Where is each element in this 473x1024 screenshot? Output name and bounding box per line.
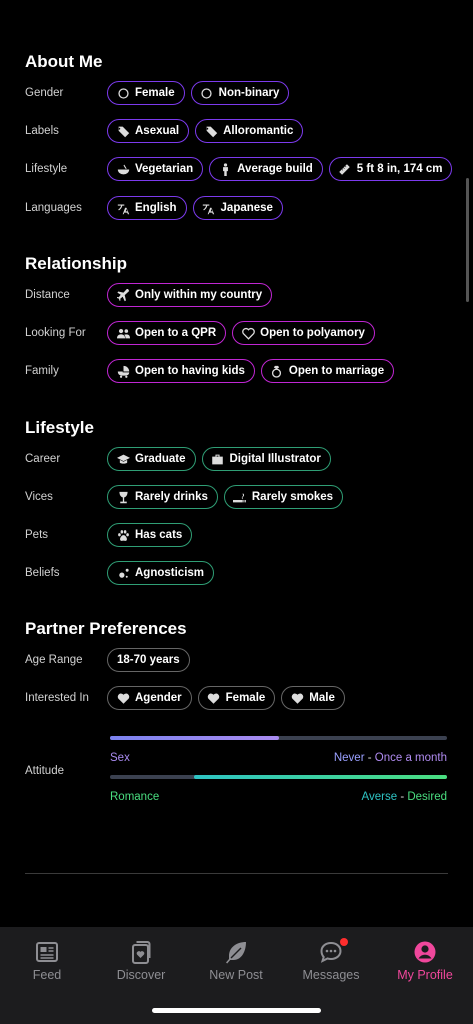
sex-attitude-bar [110, 736, 447, 740]
chip-age-range[interactable]: 18-70 years [107, 648, 190, 672]
feed-icon [36, 942, 58, 962]
atom-icon [116, 566, 130, 580]
scrollbar[interactable] [466, 178, 469, 302]
chip-japanese[interactable]: Japanese [192, 196, 283, 220]
chip-average-build[interactable]: Average build [209, 157, 323, 181]
section-title-relationship: Relationship [25, 254, 128, 273]
chip-has-cats[interactable]: Has cats [107, 523, 193, 547]
sex-range-text: Never - Once a month [333, 752, 447, 764]
briefcase-icon [211, 452, 225, 466]
plane-icon [116, 288, 130, 302]
section-title-lifestyle: Lifestyle [25, 418, 94, 437]
heart-icon [116, 691, 130, 705]
chip-non-binary[interactable]: Non-binary [190, 81, 290, 105]
languages-chips: English Japanese [107, 196, 283, 220]
romance-attitude-fill [194, 775, 447, 779]
row-label-career: Career [25, 453, 61, 465]
chip-female[interactable]: Female [107, 81, 185, 105]
discover-icon [132, 941, 151, 964]
interested-in-chips: Agender Female Male [107, 686, 345, 710]
career-chips: Graduate Digital Illustrator [107, 447, 331, 471]
vices-chips: Rarely drinks Rarely smokes [107, 485, 344, 509]
row-label-interested-in: Interested In [25, 692, 89, 704]
nav-messages[interactable]: Messages [284, 935, 378, 982]
romance-label: Romance [110, 791, 160, 803]
row-label-gender: Gender [25, 87, 64, 99]
chip-rarely-drinks[interactable]: Rarely drinks [107, 485, 218, 509]
row-label-languages: Languages [25, 202, 82, 214]
romance-attitude-bar [110, 775, 447, 779]
pets-chips: Has cats [107, 523, 193, 547]
sex-label: Sex [110, 752, 130, 764]
chip-interested-female[interactable]: Female [197, 686, 276, 710]
circle-icon [116, 86, 130, 100]
chip-only-within-country[interactable]: Only within my country [107, 283, 273, 307]
row-label-labels: Labels [25, 125, 59, 137]
profile-icon [414, 941, 436, 963]
row-label-lifestyle: Lifestyle [25, 163, 68, 175]
beliefs-chips: Agnosticism [107, 561, 215, 585]
heart-outline-icon [241, 326, 255, 340]
feather-icon [226, 942, 246, 964]
row-label-pets: Pets [25, 529, 49, 541]
stroller-icon [116, 364, 130, 378]
row-label-distance: Distance [25, 289, 70, 301]
chip-digital-illustrator[interactable]: Digital Illustrator [201, 447, 331, 471]
circle-icon [200, 86, 214, 100]
content-divider [25, 873, 448, 874]
sex-attitude-fill [110, 736, 279, 740]
looking-for-chips: Open to a QPR Open to polyamory [107, 321, 375, 345]
person-icon [218, 162, 232, 176]
chip-agender[interactable]: Agender [107, 686, 192, 710]
home-indicator [152, 1008, 321, 1013]
chip-alloromantic[interactable]: Alloromantic [195, 119, 304, 143]
row-label-attitude: Attitude [25, 765, 64, 777]
heart-icon [207, 691, 221, 705]
tag-icon [204, 124, 218, 138]
section-title-about: About Me [25, 52, 103, 71]
chip-english[interactable]: English [107, 196, 187, 220]
lifestyle-chips: Vegetarian Average build 5 ft 8 in, 174 … [107, 157, 453, 181]
cigarette-icon [233, 490, 247, 504]
section-title-partner-preferences: Partner Preferences [25, 619, 187, 638]
heart-icon [290, 691, 304, 705]
tag-icon [116, 124, 130, 138]
ruler-icon [338, 162, 352, 176]
row-label-vices: Vices [25, 491, 53, 503]
family-chips: Open to having kids Open to marriage [107, 359, 395, 383]
chip-asexual[interactable]: Asexual [107, 119, 190, 143]
chip-open-to-qpr[interactable]: Open to a QPR [107, 321, 227, 345]
chip-open-to-marriage[interactable]: Open to marriage [260, 359, 395, 383]
bowl-icon [116, 162, 130, 176]
nav-discover[interactable]: Discover [94, 935, 188, 982]
chip-graduate[interactable]: Graduate [107, 447, 196, 471]
row-label-family: Family [25, 365, 59, 377]
translate-icon [202, 201, 216, 215]
wine-glass-icon [116, 490, 130, 504]
nav-new-post[interactable]: New Post [189, 935, 283, 982]
chip-vegetarian[interactable]: Vegetarian [107, 157, 204, 181]
notification-badge [340, 938, 348, 946]
nav-my-profile[interactable]: My Profile [378, 935, 472, 982]
chip-open-to-having-kids[interactable]: Open to having kids [107, 359, 255, 383]
chip-height[interactable]: 5 ft 8 in, 174 cm [328, 157, 453, 181]
labels-chips: Asexual Alloromantic [107, 119, 304, 143]
gender-chips: Female Non-binary [107, 81, 290, 105]
chip-open-to-polyamory[interactable]: Open to polyamory [232, 321, 375, 345]
translate-icon [116, 201, 130, 215]
nav-feed[interactable]: Feed [0, 935, 94, 982]
people-icon [116, 326, 130, 340]
age-range-chips: 18-70 years [107, 648, 190, 672]
paw-icon [116, 528, 130, 542]
distance-chips: Only within my country [107, 283, 273, 307]
row-label-age-range: Age Range [25, 654, 83, 666]
chip-male[interactable]: Male [281, 686, 345, 710]
chip-agnosticism[interactable]: Agnosticism [107, 561, 215, 585]
ring-icon [270, 364, 284, 378]
row-label-looking-for: Looking For [25, 327, 86, 339]
graduation-cap-icon [116, 452, 130, 466]
chip-rarely-smokes[interactable]: Rarely smokes [223, 485, 344, 509]
romance-range-text: Averse - Desired [361, 791, 447, 803]
row-label-beliefs: Beliefs [25, 567, 60, 579]
